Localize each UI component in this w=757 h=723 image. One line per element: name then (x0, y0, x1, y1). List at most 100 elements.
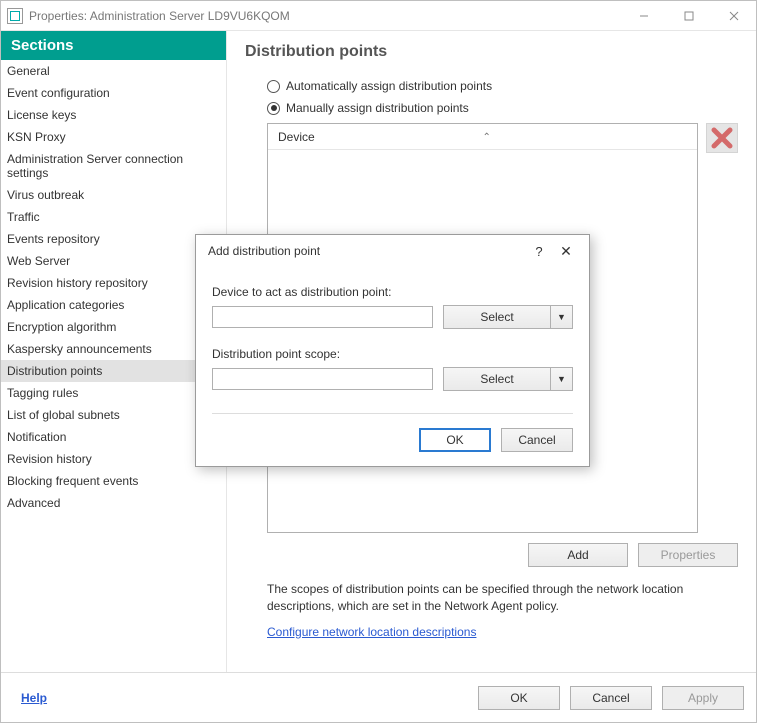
scope-field-row: Select ▼ (212, 367, 573, 391)
cancel-button[interactable]: Cancel (570, 686, 652, 710)
sidebar-item-label: Advanced (7, 496, 60, 510)
sidebar-item-notification[interactable]: Notification (1, 426, 226, 448)
scope-field-input[interactable] (212, 368, 433, 390)
sidebar-item-label: Traffic (7, 210, 40, 224)
sidebar-item-revision-history-repository[interactable]: Revision history repository (1, 272, 226, 294)
dialog-cancel-label: Cancel (518, 433, 555, 447)
ok-button-label: OK (510, 691, 527, 705)
remove-x-icon (711, 127, 733, 149)
sidebar-item-event-configuration[interactable]: Event configuration (1, 82, 226, 104)
dialog-cancel-button[interactable]: Cancel (501, 428, 573, 452)
sort-caret-icon: ⌃ (483, 132, 491, 143)
properties-window: Properties: Administration Server LD9VU6… (0, 0, 757, 723)
radio-auto[interactable] (267, 80, 280, 93)
sidebar-item-label: License keys (7, 108, 76, 122)
sidebar-item-label: List of global subnets (7, 408, 120, 422)
maximize-button[interactable] (666, 1, 711, 31)
device-field-label: Device to act as distribution point: (212, 285, 573, 299)
sidebar-item-license-keys[interactable]: License keys (1, 104, 226, 126)
sidebar-item-general[interactable]: General (1, 60, 226, 82)
footer: Help OK Cancel Apply (1, 672, 756, 722)
sidebar-item-encryption-algorithm[interactable]: Encryption algorithm (1, 316, 226, 338)
sidebar-header: Sections (1, 31, 226, 60)
sidebar-item-label: Revision history repository (7, 276, 148, 290)
sidebar-item-label: Encryption algorithm (7, 320, 116, 334)
chevron-down-icon[interactable]: ▼ (551, 305, 573, 329)
help-link[interactable]: Help (13, 691, 47, 705)
sidebar-item-application-categories[interactable]: Application categories (1, 294, 226, 316)
properties-button-label: Properties (661, 548, 716, 562)
radio-manual[interactable] (267, 102, 280, 115)
device-select-label: Select (443, 305, 551, 329)
close-icon (729, 11, 739, 21)
sidebar-item-revision-history[interactable]: Revision history (1, 448, 226, 470)
device-column-label: Device (278, 130, 315, 144)
ok-button[interactable]: OK (478, 686, 560, 710)
sidebar-item-label: Virus outbreak (7, 188, 84, 202)
radio-auto-label: Automatically assign distribution points (286, 79, 492, 93)
page-title: Distribution points (227, 31, 756, 71)
scope-field-label: Distribution point scope: (212, 347, 573, 361)
sidebar-item-label: KSN Proxy (7, 130, 66, 144)
chevron-down-icon[interactable]: ▼ (551, 367, 573, 391)
cancel-button-label: Cancel (592, 691, 629, 705)
dialog-body: Device to act as distribution point: Sel… (196, 267, 589, 466)
sidebar-item-blocking-frequent-events[interactable]: Blocking frequent events (1, 470, 226, 492)
sidebar-item-traffic[interactable]: Traffic (1, 206, 226, 228)
dialog-close-button[interactable]: ✕ (551, 243, 581, 260)
sidebar-item-tagging-rules[interactable]: Tagging rules (1, 382, 226, 404)
sidebar-item-label: Distribution points (7, 364, 102, 378)
sidebar-item-kaspersky-announcements[interactable]: Kaspersky announcements (1, 338, 226, 360)
sidebar-item-label: Blocking frequent events (7, 474, 138, 488)
minimize-button[interactable] (621, 1, 666, 31)
scope-select-label: Select (443, 367, 551, 391)
sidebar-item-label: Administration Server connection setting… (7, 152, 183, 180)
dialog-buttons: OK Cancel (212, 428, 573, 452)
minimize-icon (639, 11, 649, 21)
scope-hint: The scopes of distribution points can be… (267, 581, 737, 615)
dialog-titlebar: Add distribution point ? ✕ (196, 235, 589, 267)
add-distribution-point-dialog: Add distribution point ? ✕ Device to act… (195, 234, 590, 467)
device-field-row: Select ▼ (212, 305, 573, 329)
window-title: Properties: Administration Server LD9VU6… (29, 9, 290, 23)
sidebar-item-events-repository[interactable]: Events repository (1, 228, 226, 250)
sidebar-item-ksn-proxy[interactable]: KSN Proxy (1, 126, 226, 148)
sidebar-item-list-of-global-subnets[interactable]: List of global subnets (1, 404, 226, 426)
sidebar-item-virus-outbreak[interactable]: Virus outbreak (1, 184, 226, 206)
apply-button-label: Apply (688, 691, 718, 705)
apply-button: Apply (662, 686, 744, 710)
configure-network-link[interactable]: Configure network location descriptions (267, 625, 476, 639)
radio-manual-label: Manually assign distribution points (286, 101, 469, 115)
list-buttons: Add Properties (267, 543, 738, 567)
window-controls (621, 1, 756, 31)
app-icon (7, 8, 23, 24)
sidebar-item-advanced[interactable]: Advanced (1, 492, 226, 514)
add-button-label: Add (567, 548, 588, 562)
sidebar-item-distribution-points[interactable]: Distribution points (1, 360, 226, 382)
sidebar-item-label: Notification (7, 430, 66, 444)
add-button[interactable]: Add (528, 543, 628, 567)
sidebar-item-label: Events repository (7, 232, 100, 246)
sidebar-item-label: Revision history (7, 452, 92, 466)
sidebar-item-label: Kaspersky announcements (7, 342, 152, 356)
radio-manual-row[interactable]: Manually assign distribution points (267, 101, 738, 115)
dialog-title: Add distribution point (208, 244, 320, 258)
remove-button[interactable] (706, 123, 738, 153)
dialog-ok-button[interactable]: OK (419, 428, 491, 452)
close-button[interactable] (711, 1, 756, 31)
sidebar-item-administration-server-connection-settings[interactable]: Administration Server connection setting… (1, 148, 226, 184)
radio-auto-row[interactable]: Automatically assign distribution points (267, 79, 738, 93)
sidebar-item-label: Event configuration (7, 86, 110, 100)
device-field-input[interactable] (212, 306, 433, 328)
device-select-button[interactable]: Select ▼ (443, 305, 573, 329)
dialog-help-button[interactable]: ? (527, 244, 551, 259)
sidebar-item-label: Application categories (7, 298, 124, 312)
sidebar-item-label: Web Server (7, 254, 70, 268)
scope-select-button[interactable]: Select ▼ (443, 367, 573, 391)
maximize-icon (684, 11, 694, 21)
device-column-header[interactable]: Device ⌃ (268, 124, 697, 150)
sidebar-list: General Event configuration License keys KS… (1, 60, 226, 514)
sidebar-item-web-server[interactable]: Web Server (1, 250, 226, 272)
sidebar: Sections General Event configuration Licen… (1, 31, 227, 672)
dialog-separator (212, 413, 573, 414)
